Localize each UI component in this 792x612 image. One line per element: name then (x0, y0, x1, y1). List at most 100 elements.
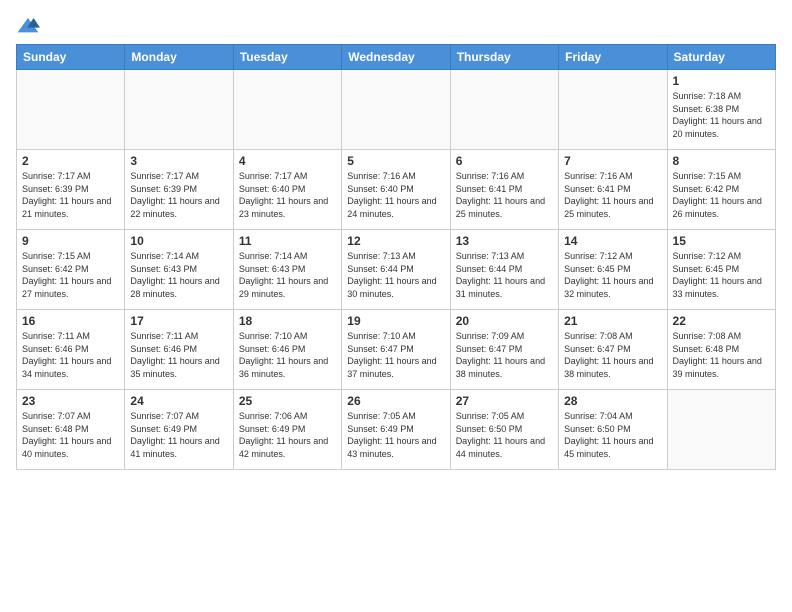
day-info: Sunrise: 7:15 AMSunset: 6:42 PMDaylight:… (673, 170, 770, 220)
day-info: Sunrise: 7:07 AMSunset: 6:48 PMDaylight:… (22, 410, 119, 460)
calendar-cell: 20 Sunrise: 7:09 AMSunset: 6:47 PMDayligh… (450, 310, 558, 390)
day-number: 19 (347, 314, 444, 328)
weekday-header-tuesday: Tuesday (233, 45, 341, 70)
calendar-week-4: 16 Sunrise: 7:11 AMSunset: 6:46 PMDayligh… (17, 310, 776, 390)
day-number: 9 (22, 234, 119, 248)
day-info: Sunrise: 7:07 AMSunset: 6:49 PMDaylight:… (130, 410, 227, 460)
day-info: Sunrise: 7:13 AMSunset: 6:44 PMDaylight:… (347, 250, 444, 300)
day-number: 23 (22, 394, 119, 408)
day-info: Sunrise: 7:14 AMSunset: 6:43 PMDaylight:… (130, 250, 227, 300)
calendar-cell: 26 Sunrise: 7:05 AMSunset: 6:49 PMDayligh… (342, 390, 450, 470)
day-info: Sunrise: 7:05 AMSunset: 6:50 PMDaylight:… (456, 410, 553, 460)
calendar-cell: 24 Sunrise: 7:07 AMSunset: 6:49 PMDayligh… (125, 390, 233, 470)
day-number: 3 (130, 154, 227, 168)
calendar-header-row: SundayMondayTuesdayWednesdayThursdayFrid… (17, 45, 776, 70)
day-number: 14 (564, 234, 661, 248)
calendar-cell: 7 Sunrise: 7:16 AMSunset: 6:41 PMDaylight… (559, 150, 667, 230)
day-number: 25 (239, 394, 336, 408)
calendar-cell: 2 Sunrise: 7:17 AMSunset: 6:39 PMDaylight… (17, 150, 125, 230)
day-info: Sunrise: 7:17 AMSunset: 6:39 PMDaylight:… (22, 170, 119, 220)
calendar-cell: 4 Sunrise: 7:17 AMSunset: 6:40 PMDaylight… (233, 150, 341, 230)
day-number: 4 (239, 154, 336, 168)
day-info: Sunrise: 7:04 AMSunset: 6:50 PMDaylight:… (564, 410, 661, 460)
day-info: Sunrise: 7:08 AMSunset: 6:47 PMDaylight:… (564, 330, 661, 380)
day-number: 26 (347, 394, 444, 408)
day-info: Sunrise: 7:09 AMSunset: 6:47 PMDaylight:… (456, 330, 553, 380)
day-info: Sunrise: 7:12 AMSunset: 6:45 PMDaylight:… (673, 250, 770, 300)
day-number: 18 (239, 314, 336, 328)
day-info: Sunrise: 7:18 AMSunset: 6:38 PMDaylight:… (673, 90, 770, 140)
calendar-cell: 17 Sunrise: 7:11 AMSunset: 6:46 PMDayligh… (125, 310, 233, 390)
day-info: Sunrise: 7:17 AMSunset: 6:40 PMDaylight:… (239, 170, 336, 220)
calendar-cell (17, 70, 125, 150)
day-number: 17 (130, 314, 227, 328)
logo-icon (16, 16, 40, 36)
day-number: 16 (22, 314, 119, 328)
day-info: Sunrise: 7:06 AMSunset: 6:49 PMDaylight:… (239, 410, 336, 460)
day-info: Sunrise: 7:10 AMSunset: 6:47 PMDaylight:… (347, 330, 444, 380)
calendar-week-1: 1 Sunrise: 7:18 AMSunset: 6:38 PMDaylight… (17, 70, 776, 150)
calendar-body: 1 Sunrise: 7:18 AMSunset: 6:38 PMDaylight… (17, 70, 776, 470)
calendar-week-5: 23 Sunrise: 7:07 AMSunset: 6:48 PMDayligh… (17, 390, 776, 470)
calendar-cell: 9 Sunrise: 7:15 AMSunset: 6:42 PMDaylight… (17, 230, 125, 310)
calendar-cell: 28Sunrise: 7:04 AMSunset: 6:50 PMDayligh… (559, 390, 667, 470)
day-number: 5 (347, 154, 444, 168)
calendar-week-2: 2 Sunrise: 7:17 AMSunset: 6:39 PMDaylight… (17, 150, 776, 230)
calendar-cell: 22 Sunrise: 7:08 AMSunset: 6:48 PMDayligh… (667, 310, 775, 390)
day-number: 20 (456, 314, 553, 328)
weekday-header-friday: Friday (559, 45, 667, 70)
day-number: 24 (130, 394, 227, 408)
day-number: 1 (673, 74, 770, 88)
day-info: Sunrise: 7:13 AMSunset: 6:44 PMDaylight:… (456, 250, 553, 300)
calendar-cell: 13 Sunrise: 7:13 AMSunset: 6:44 PMDayligh… (450, 230, 558, 310)
day-number: 11 (239, 234, 336, 248)
calendar-cell: 3Sunrise: 7:17 AMSunset: 6:39 PMDaylight… (125, 150, 233, 230)
day-info: Sunrise: 7:11 AMSunset: 6:46 PMDaylight:… (130, 330, 227, 380)
day-number: 2 (22, 154, 119, 168)
weekday-header-wednesday: Wednesday (342, 45, 450, 70)
day-number: 7 (564, 154, 661, 168)
calendar-cell: 6Sunrise: 7:16 AMSunset: 6:41 PMDaylight… (450, 150, 558, 230)
day-number: 8 (673, 154, 770, 168)
calendar-cell: 19 Sunrise: 7:10 AMSunset: 6:47 PMDayligh… (342, 310, 450, 390)
day-info: Sunrise: 7:05 AMSunset: 6:49 PMDaylight:… (347, 410, 444, 460)
calendar-cell: 14Sunrise: 7:12 AMSunset: 6:45 PMDayligh… (559, 230, 667, 310)
day-info: Sunrise: 7:08 AMSunset: 6:48 PMDaylight:… (673, 330, 770, 380)
day-number: 27 (456, 394, 553, 408)
day-info: Sunrise: 7:11 AMSunset: 6:46 PMDaylight:… (22, 330, 119, 380)
calendar-cell: 10 Sunrise: 7:14 AMSunset: 6:43 PMDayligh… (125, 230, 233, 310)
weekday-header-sunday: Sunday (17, 45, 125, 70)
day-number: 21 (564, 314, 661, 328)
day-info: Sunrise: 7:16 AMSunset: 6:41 PMDaylight:… (456, 170, 553, 220)
day-number: 13 (456, 234, 553, 248)
calendar-cell: 8 Sunrise: 7:15 AMSunset: 6:42 PMDaylight… (667, 150, 775, 230)
calendar-cell: 5 Sunrise: 7:16 AMSunset: 6:40 PMDaylight… (342, 150, 450, 230)
calendar-cell: 11 Sunrise: 7:14 AMSunset: 6:43 PMDayligh… (233, 230, 341, 310)
day-info: Sunrise: 7:16 AMSunset: 6:41 PMDaylight:… (564, 170, 661, 220)
calendar-cell (450, 70, 558, 150)
calendar-table: SundayMondayTuesdayWednesdayThursdayFrid… (16, 44, 776, 470)
calendar-cell: 25 Sunrise: 7:06 AMSunset: 6:49 PMDayligh… (233, 390, 341, 470)
calendar-cell (342, 70, 450, 150)
calendar-cell: 16 Sunrise: 7:11 AMSunset: 6:46 PMDayligh… (17, 310, 125, 390)
day-info: Sunrise: 7:15 AMSunset: 6:42 PMDaylight:… (22, 250, 119, 300)
day-info: Sunrise: 7:10 AMSunset: 6:46 PMDaylight:… (239, 330, 336, 380)
logo (16, 16, 44, 36)
weekday-header-thursday: Thursday (450, 45, 558, 70)
calendar-cell: 27 Sunrise: 7:05 AMSunset: 6:50 PMDayligh… (450, 390, 558, 470)
calendar-cell: 1 Sunrise: 7:18 AMSunset: 6:38 PMDaylight… (667, 70, 775, 150)
day-number: 22 (673, 314, 770, 328)
calendar-cell (667, 390, 775, 470)
day-info: Sunrise: 7:16 AMSunset: 6:40 PMDaylight:… (347, 170, 444, 220)
day-number: 12 (347, 234, 444, 248)
calendar-cell: 12 Sunrise: 7:13 AMSunset: 6:44 PMDayligh… (342, 230, 450, 310)
day-info: Sunrise: 7:14 AMSunset: 6:43 PMDaylight:… (239, 250, 336, 300)
calendar-cell: 23 Sunrise: 7:07 AMSunset: 6:48 PMDayligh… (17, 390, 125, 470)
calendar-cell: 15 Sunrise: 7:12 AMSunset: 6:45 PMDayligh… (667, 230, 775, 310)
page-header (16, 16, 776, 36)
calendar-cell: 18 Sunrise: 7:10 AMSunset: 6:46 PMDayligh… (233, 310, 341, 390)
day-number: 15 (673, 234, 770, 248)
weekday-header-saturday: Saturday (667, 45, 775, 70)
calendar-cell (125, 70, 233, 150)
day-number: 10 (130, 234, 227, 248)
